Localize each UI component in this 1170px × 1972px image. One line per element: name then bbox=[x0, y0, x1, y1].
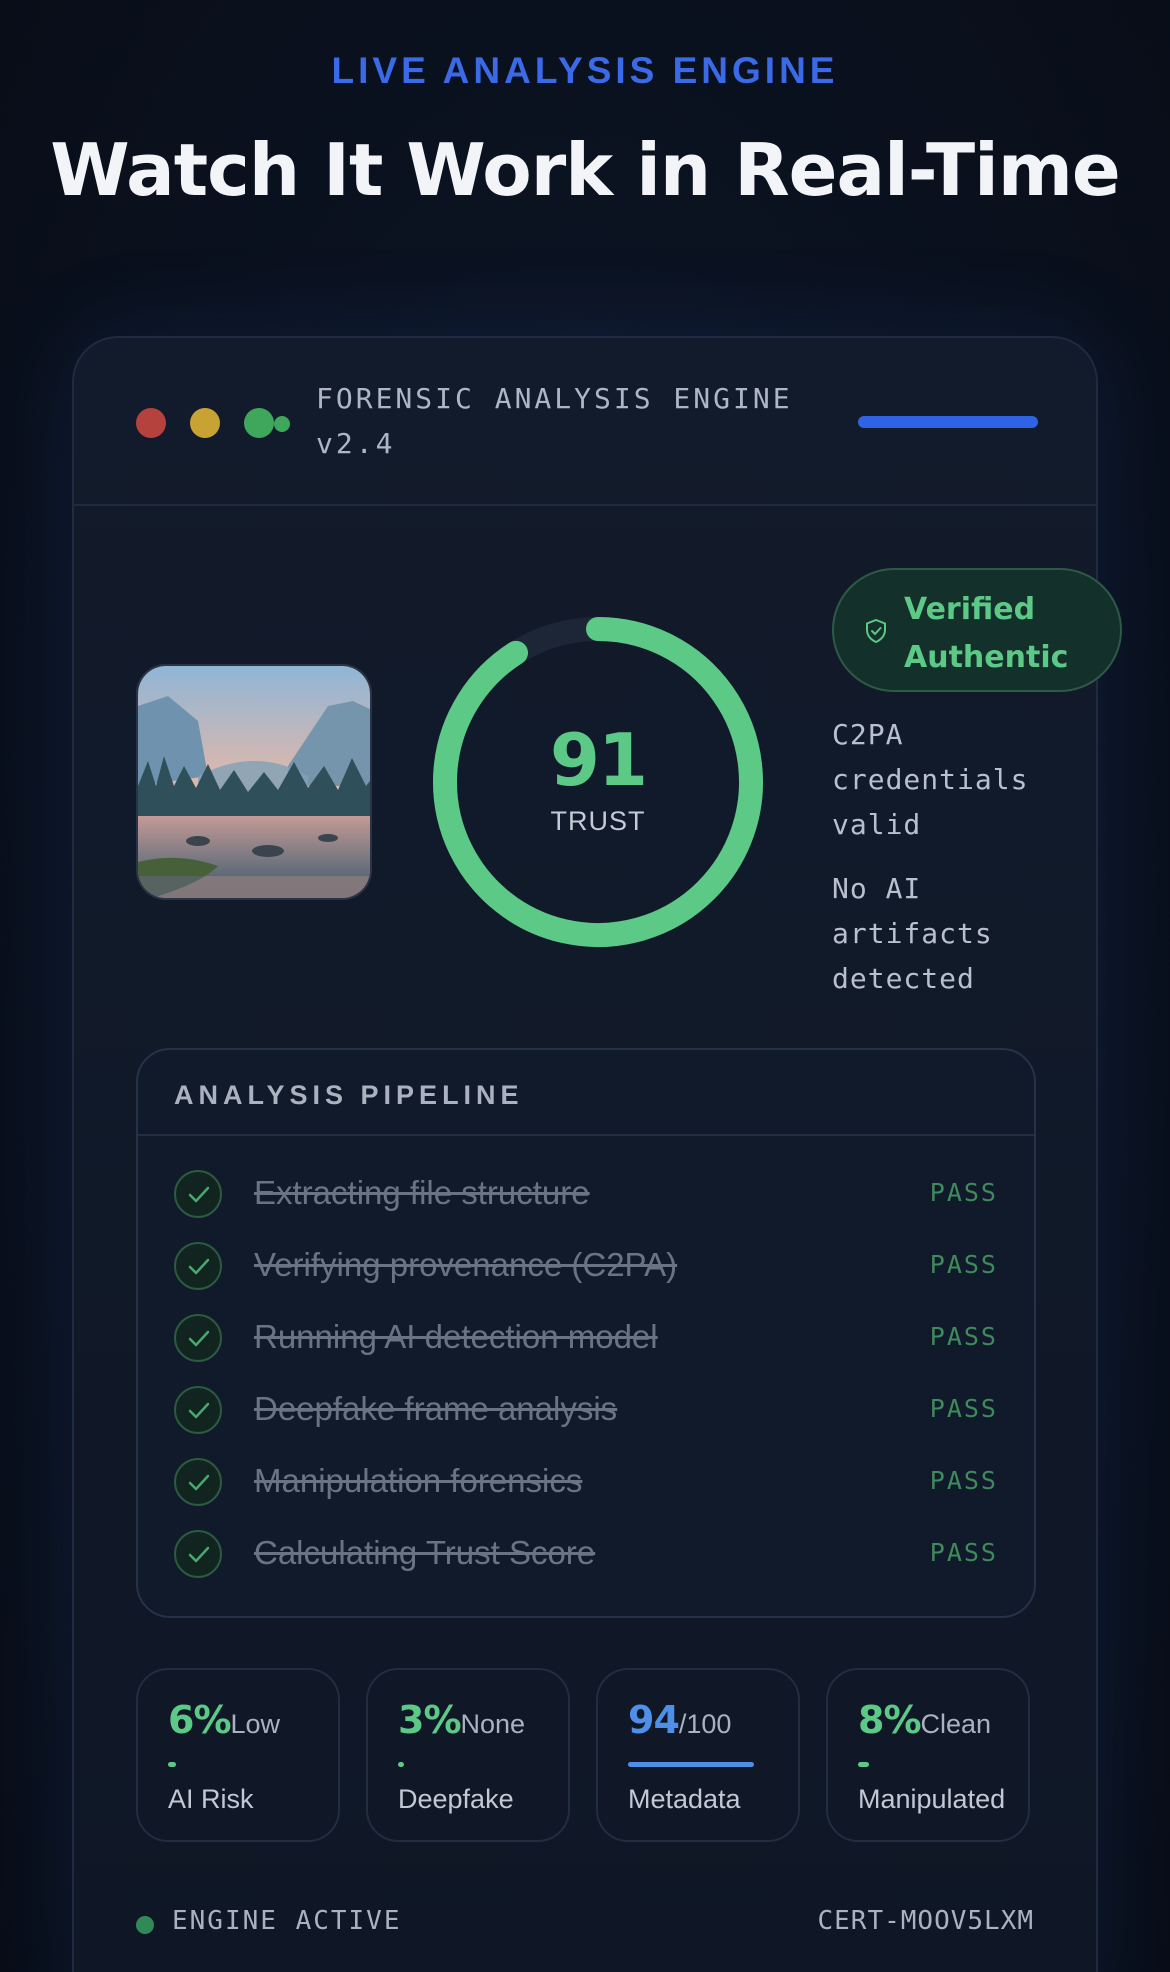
step-label: Calculating Trust Score bbox=[254, 1534, 596, 1571]
step-status: PASS bbox=[929, 1322, 998, 1351]
pipeline-step: Calculating Trust Score PASS bbox=[138, 1524, 1034, 1584]
step-label: Extracting file structure bbox=[254, 1174, 590, 1211]
engine-status-text: ENGINE ACTIVE bbox=[172, 1906, 402, 1936]
step-check-icon bbox=[174, 1386, 222, 1434]
metric-value: 8%Clean bbox=[858, 1698, 992, 1742]
pipeline-step: Manipulation forensics PASS bbox=[138, 1452, 1034, 1512]
metric-bar bbox=[398, 1762, 404, 1767]
window-title-version: v2.4 bbox=[316, 427, 396, 460]
window-titlebar: FORENSIC ANALYSIS ENGINE v2.4 bbox=[74, 338, 1096, 506]
section-eyebrow: LIVE ANALYSIS ENGINE bbox=[331, 50, 839, 91]
pulse-indicator-dot bbox=[274, 416, 290, 432]
metric-value: 6%Low bbox=[168, 1698, 281, 1742]
section-headline: Watch It Work in Real-Time bbox=[50, 128, 1120, 212]
engine-status-dot bbox=[136, 1916, 154, 1934]
pipeline-step: Verifying provenance (C2PA) PASS bbox=[138, 1236, 1034, 1296]
metric-label: Deepfake bbox=[398, 1784, 514, 1814]
step-status: PASS bbox=[929, 1250, 998, 1279]
pipeline-header: ANALYSIS PIPELINE bbox=[138, 1050, 1034, 1136]
pipeline-step: Running AI detection model PASS bbox=[138, 1308, 1034, 1368]
metric-bar bbox=[168, 1762, 176, 1767]
c2pa-credentials-note: C2PA credentials valid bbox=[832, 718, 1029, 841]
window-title-name: FORENSIC ANALYSIS ENGINE bbox=[316, 382, 793, 415]
trust-score-label: TRUST bbox=[550, 806, 646, 836]
analysis-engine-card: FORENSIC ANALYSIS ENGINE v2.4 91 TRUST V… bbox=[72, 336, 1122, 1972]
step-check-icon bbox=[174, 1458, 222, 1506]
metric-card-manipulated: 8%Clean Manipulated bbox=[826, 1668, 1030, 1842]
analysis-pipeline-panel: ANALYSIS PIPELINE Extracting file struct… bbox=[136, 1048, 1036, 1618]
certificate-id: CERT-MOOV5LXM bbox=[817, 1906, 1034, 1936]
pipeline-step: Deepfake frame analysis PASS bbox=[138, 1380, 1034, 1440]
step-check-icon bbox=[174, 1170, 222, 1218]
metric-bar bbox=[628, 1762, 754, 1767]
ai-artifacts-note: No AI artifacts detected bbox=[832, 872, 993, 995]
metric-card-ai-risk: 6%Low AI Risk bbox=[136, 1668, 340, 1842]
metric-card-metadata: 94/100 Metadata bbox=[596, 1668, 800, 1842]
step-label: Deepfake frame analysis bbox=[254, 1390, 618, 1427]
window-title: FORENSIC ANALYSIS ENGINE v2.4 bbox=[316, 376, 836, 466]
metric-label: AI Risk bbox=[168, 1784, 254, 1814]
step-status: PASS bbox=[929, 1466, 998, 1495]
metric-card-deepfake: 3%None Deepfake bbox=[366, 1668, 570, 1842]
analyzed-image-thumbnail[interactable] bbox=[136, 664, 372, 900]
step-check-icon bbox=[174, 1530, 222, 1578]
step-check-icon bbox=[174, 1314, 222, 1362]
metric-label: Manipulated bbox=[858, 1784, 1006, 1814]
verified-authentic-badge: Verified Authentic bbox=[832, 568, 1122, 692]
pipeline-step: Extracting file structure PASS bbox=[138, 1164, 1034, 1224]
step-status: PASS bbox=[929, 1538, 998, 1567]
scan-progress-bar bbox=[858, 416, 1038, 428]
verified-badge-text: Verified Authentic bbox=[904, 592, 1069, 675]
landscape-photo-icon bbox=[138, 666, 370, 898]
close-window-dot[interactable] bbox=[136, 408, 166, 438]
step-check-icon bbox=[174, 1242, 222, 1290]
metric-bar bbox=[858, 1762, 869, 1767]
step-status: PASS bbox=[929, 1178, 998, 1207]
shield-check-icon bbox=[866, 618, 886, 644]
step-label: Running AI detection model bbox=[254, 1318, 658, 1355]
maximize-window-dot[interactable] bbox=[244, 408, 274, 438]
trust-score-value: 91 bbox=[549, 718, 648, 802]
metric-value: 94/100 bbox=[628, 1698, 732, 1742]
step-label: Manipulation forensics bbox=[254, 1462, 583, 1499]
step-label: Verifying provenance (C2PA) bbox=[254, 1246, 678, 1283]
step-status: PASS bbox=[929, 1394, 998, 1423]
metric-value: 3%None bbox=[398, 1698, 526, 1742]
pipeline-title: ANALYSIS PIPELINE bbox=[174, 1080, 524, 1110]
minimize-window-dot[interactable] bbox=[190, 408, 220, 438]
metric-label: Metadata bbox=[628, 1784, 741, 1814]
